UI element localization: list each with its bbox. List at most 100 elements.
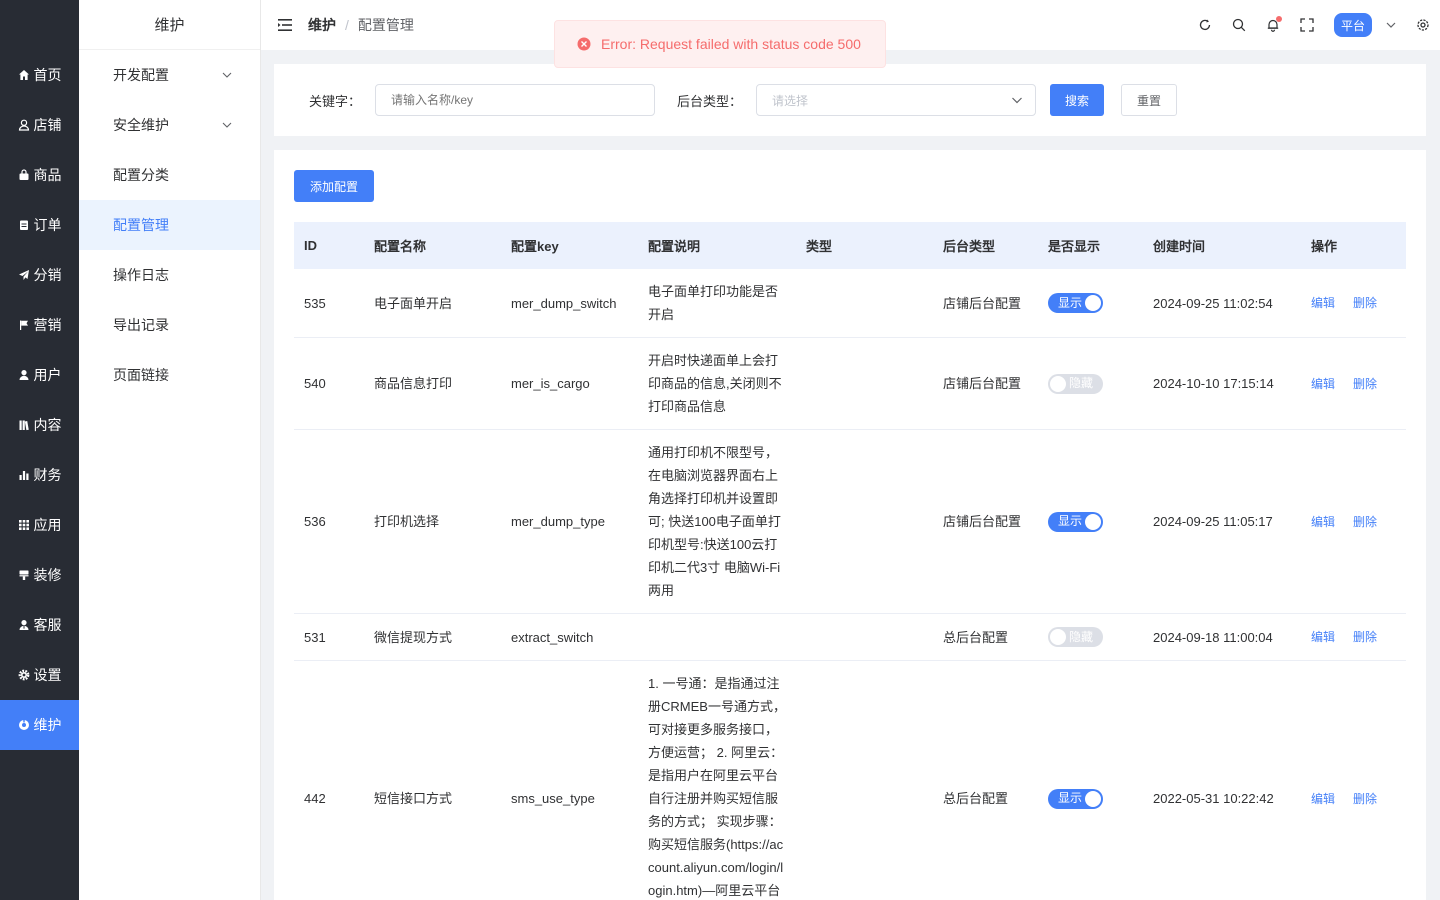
secondary-nav-item[interactable]: 页面链接 xyxy=(79,350,260,400)
primary-nav-label: 订单 xyxy=(33,217,62,233)
headset-icon xyxy=(19,620,28,630)
primary-nav-label: 应用 xyxy=(33,517,62,533)
cell-type xyxy=(796,660,933,900)
grid-icon xyxy=(18,520,29,530)
primary-nav-label: 分销 xyxy=(33,267,62,283)
primary-nav-item[interactable]: 设置 xyxy=(0,650,79,700)
primary-nav-item[interactable]: 首页 xyxy=(0,50,79,100)
delete-link[interactable]: 删除 xyxy=(1353,630,1377,644)
visibility-switch[interactable]: 隐藏 xyxy=(1048,373,1103,394)
primary-nav-label: 客服 xyxy=(33,617,62,633)
search-button[interactable]: 搜索 xyxy=(1050,84,1105,116)
cell-name: 微信提现方式 xyxy=(364,613,501,661)
cell-visibility: 隐藏 xyxy=(1038,337,1143,430)
visibility-switch-label: 隐藏 xyxy=(1069,376,1094,390)
breadcrumb-main[interactable]: 维护 xyxy=(308,15,336,35)
switch-knob xyxy=(1050,375,1066,392)
cell-visibility: 显示 xyxy=(1038,660,1143,900)
primary-nav-item[interactable]: 营销 xyxy=(0,300,79,350)
primary-nav-item[interactable]: 商品 xyxy=(0,150,79,200)
switch-knob xyxy=(1085,513,1101,530)
primary-nav-label: 用户 xyxy=(33,367,62,383)
secondary-nav-label: 操作日志 xyxy=(113,267,169,283)
secondary-nav-item[interactable]: 配置管理 xyxy=(79,200,260,250)
error-toast-message: Error: Request failed with status code 5… xyxy=(601,36,861,52)
backend-type-placeholder: 请选择 xyxy=(772,93,809,108)
home-icon xyxy=(18,70,29,80)
fullscreen-icon[interactable] xyxy=(1300,18,1314,32)
delete-link[interactable]: 删除 xyxy=(1353,515,1377,529)
delete-link[interactable]: 删除 xyxy=(1353,377,1377,391)
primary-nav-label: 维护 xyxy=(33,717,62,733)
send-icon xyxy=(18,270,29,280)
cell-id: 536 xyxy=(294,429,364,614)
primary-nav-item[interactable]: 用户 xyxy=(0,350,79,400)
edit-link[interactable]: 编辑 xyxy=(1311,792,1335,806)
visibility-switch-label: 显示 xyxy=(1058,295,1083,310)
cell-id: 540 xyxy=(294,337,364,430)
cell-type xyxy=(796,429,933,614)
cell-type xyxy=(796,613,933,661)
column-header: 后台类型 xyxy=(933,222,1038,269)
chevron-down-icon[interactable] xyxy=(1386,20,1396,30)
breadcrumb: 维护 / 配置管理 xyxy=(308,15,414,35)
delete-link[interactable]: 删除 xyxy=(1353,792,1377,806)
visibility-switch[interactable]: 显示 xyxy=(1048,293,1103,313)
secondary-nav-item[interactable]: 导出记录 xyxy=(79,300,260,350)
primary-nav-item[interactable]: 应用 xyxy=(0,500,79,550)
switch-knob xyxy=(1085,790,1101,807)
settings-gear-icon[interactable] xyxy=(1416,18,1430,32)
cell-actions: 编辑 删除 xyxy=(1301,269,1406,338)
primary-nav-label: 内容 xyxy=(33,417,62,433)
secondary-nav-item[interactable]: 安全维护 xyxy=(79,100,260,150)
primary-nav-item[interactable]: 店铺 xyxy=(0,100,79,150)
notification-bell[interactable] xyxy=(1266,16,1282,32)
secondary-sidebar: 维护 开发配置安全维护 配置分类配置管理操作日志导出记录 页面链接 xyxy=(79,0,261,900)
secondary-nav-item[interactable]: 开发配置 xyxy=(79,50,260,100)
edit-link[interactable]: 编辑 xyxy=(1311,296,1335,310)
reset-button[interactable]: 重置 xyxy=(1121,84,1178,116)
secondary-nav-label: 配置管理 xyxy=(113,217,169,233)
primary-nav-item[interactable]: 财务 xyxy=(0,450,79,500)
brush-icon xyxy=(19,570,28,580)
cell-type xyxy=(796,269,933,338)
tools-icon xyxy=(18,719,29,730)
visibility-switch-label: 显示 xyxy=(1058,514,1083,528)
cell-actions: 编辑 删除 xyxy=(1301,337,1406,430)
search-icon[interactable] xyxy=(1232,18,1246,32)
column-header: ID xyxy=(294,222,364,269)
chevron-down-icon xyxy=(222,122,232,128)
secondary-sidebar-title: 维护 xyxy=(79,0,260,50)
backend-type-label: 后台类型： xyxy=(677,93,743,109)
menu-toggle-icon[interactable] xyxy=(277,17,293,33)
platform-badge[interactable]: 平台 xyxy=(1333,13,1372,37)
secondary-nav-item[interactable]: 操作日志 xyxy=(79,250,260,300)
primary-nav-item[interactable]: 客服 xyxy=(0,600,79,650)
primary-nav-item[interactable]: 装修 xyxy=(0,550,79,600)
clipboard-icon xyxy=(19,220,28,230)
delete-link[interactable]: 删除 xyxy=(1353,296,1377,310)
refresh-icon[interactable] xyxy=(1198,18,1212,32)
primary-nav-item[interactable]: 维护 xyxy=(0,700,79,750)
table-header-row: ID 配置名称 配置key 配置说明 类型 后台类型 是否显示 创建时间 操作 xyxy=(294,222,1406,269)
secondary-nav-label: 开发配置 xyxy=(113,67,169,83)
primary-nav-item[interactable]: 内容 xyxy=(0,400,79,450)
cell-key: mer_dump_type xyxy=(501,429,638,614)
edit-link[interactable]: 编辑 xyxy=(1311,515,1335,529)
visibility-switch[interactable]: 显示 xyxy=(1048,511,1103,532)
visibility-switch[interactable]: 隐藏 xyxy=(1048,627,1103,647)
cell-description: 1. 一号通：是指通过注册CRMEB一号通方式，可对接更多服务接口，方便运营； … xyxy=(638,660,796,900)
primary-nav-item[interactable]: 分销 xyxy=(0,250,79,300)
visibility-switch[interactable]: 显示 xyxy=(1048,788,1103,809)
cell-actions: 编辑 删除 xyxy=(1301,429,1406,614)
edit-link[interactable]: 编辑 xyxy=(1311,377,1335,391)
chevron-down-icon xyxy=(1012,97,1022,104)
add-config-button[interactable]: 添加配置 xyxy=(294,170,375,202)
keyword-input[interactable] xyxy=(375,84,656,116)
backend-type-select[interactable]: 请选择 xyxy=(756,84,1037,116)
secondary-nav-item[interactable]: 配置分类 xyxy=(79,150,260,200)
edit-link[interactable]: 编辑 xyxy=(1311,630,1335,644)
user-outline-icon xyxy=(18,119,29,131)
primary-nav-item[interactable]: 订单 xyxy=(0,200,79,250)
cell-visibility: 显示 xyxy=(1038,429,1143,614)
